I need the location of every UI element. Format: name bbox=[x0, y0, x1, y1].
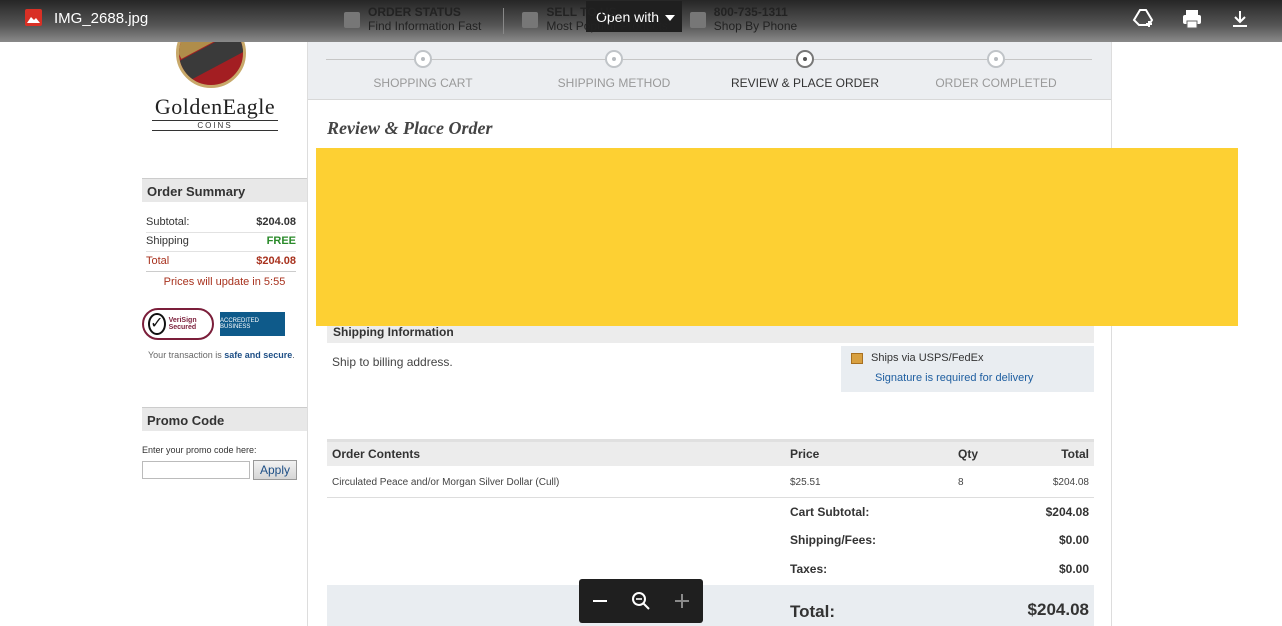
apply-promo-button[interactable]: Apply bbox=[253, 460, 297, 480]
step-review-place-order: REVIEW & PLACE ORDER bbox=[705, 50, 905, 90]
table-row: Circulated Peace and/or Morgan Silver Do… bbox=[327, 466, 1094, 498]
taxes-row: Taxes: $0.00 bbox=[327, 556, 1094, 585]
promo-code-input[interactable] bbox=[142, 461, 250, 479]
download-icon[interactable] bbox=[1228, 7, 1252, 31]
step-dot-icon bbox=[605, 50, 623, 68]
header-divider bbox=[503, 8, 505, 34]
secure-prefix: Your transaction is bbox=[148, 350, 225, 360]
zoom-controls bbox=[579, 579, 703, 623]
shipping-fees-row: Shipping/Fees: $0.00 bbox=[327, 527, 1094, 556]
order-status-link[interactable]: ORDER STATUS Find Information Fast bbox=[344, 2, 481, 38]
cart-subtotal-value: $204.08 bbox=[1045, 505, 1089, 519]
item-total: $204.08 bbox=[1052, 477, 1089, 488]
summary-total-row: Total $204.08 bbox=[146, 255, 296, 272]
table-header: Order Contents Price Qty Total bbox=[327, 439, 1094, 466]
taxes-label: Taxes: bbox=[790, 562, 828, 576]
col-total: Total bbox=[1061, 447, 1089, 461]
file-name: IMG_2688.jpg bbox=[54, 10, 149, 27]
shipping-method-box: Ships via USPS/FedEx Signature is requir… bbox=[841, 346, 1094, 392]
phone-link[interactable]: 800-735-1311 Shop By Phone bbox=[689, 2, 798, 38]
money-bag-icon bbox=[522, 12, 539, 28]
phone-number: 800-735-1311 bbox=[713, 5, 788, 19]
price-update-timer: Prices will update in 5:55 bbox=[163, 276, 286, 288]
secure-note: Your transaction is safe and secure. bbox=[148, 350, 295, 360]
promo-code-header: Promo Code bbox=[142, 407, 307, 431]
print-icon[interactable] bbox=[1180, 7, 1204, 31]
col-qty: Qty bbox=[958, 447, 979, 461]
order-status-title: ORDER STATUS bbox=[368, 5, 461, 19]
shipping-label: Shipping bbox=[146, 235, 189, 247]
main-right-border bbox=[1111, 42, 1112, 626]
total-value: $204.08 bbox=[256, 255, 296, 267]
grand-total-row: Total: $204.08 bbox=[327, 585, 1094, 626]
bbb-seal[interactable]: ACCREDITED BUSINESS bbox=[220, 312, 285, 336]
screen: IMG_2688.jpg Open with ORDER STATUS Find … bbox=[0, 0, 1282, 626]
order-summary-header: Order Summary bbox=[142, 178, 307, 202]
summary-shipping-row: Shipping FREE bbox=[146, 235, 296, 252]
redaction-block bbox=[316, 148, 1238, 326]
verisign-seal[interactable]: ✓ VeriSign Secured bbox=[142, 308, 214, 340]
trust-seals: ✓ VeriSign Secured ACCREDITED BUSINESS bbox=[142, 308, 302, 340]
secure-suffix: . bbox=[292, 350, 295, 360]
logo-name: GoldenEagle bbox=[154, 94, 276, 119]
checkmark-icon: ✓ bbox=[148, 313, 166, 335]
subtotal-value: $204.08 bbox=[256, 216, 296, 228]
verisign-text: VeriSign Secured bbox=[168, 317, 197, 331]
ship-method: Ships via USPS/FedEx bbox=[871, 352, 984, 364]
ship-to-text: Ship to billing address. bbox=[332, 355, 453, 369]
site-header-links: ORDER STATUS Find Information Fast SELL T… bbox=[344, 2, 819, 38]
shipping-value: FREE bbox=[266, 235, 296, 247]
step-order-completed: ORDER COMPLETED bbox=[896, 50, 1096, 90]
shipping-fees-label: Shipping/Fees: bbox=[790, 533, 877, 547]
zoom-out-icon[interactable] bbox=[590, 591, 610, 611]
step-shopping-cart[interactable]: SHOPPING CART bbox=[323, 50, 523, 90]
sell-to-us-title: SELL TO US bbox=[546, 5, 617, 19]
grand-total-label: Total: bbox=[790, 602, 836, 621]
step-dot-icon bbox=[987, 50, 1005, 68]
item-price: $25.51 bbox=[790, 477, 821, 488]
phone-icon bbox=[689, 12, 706, 28]
taxes-value: $0.00 bbox=[1058, 562, 1089, 576]
viewer-actions bbox=[1132, 7, 1252, 31]
item-qty: 8 bbox=[958, 477, 964, 488]
step-shipping-method[interactable]: SHIPPING METHOD bbox=[514, 50, 714, 90]
secure-bold: safe and secure bbox=[224, 350, 293, 360]
step-dot-icon bbox=[414, 50, 432, 68]
page-title: Review & Place Order bbox=[327, 118, 493, 138]
sell-to-us-link[interactable]: SELL TO US Most Popular Products bbox=[522, 2, 668, 38]
step-label: ORDER COMPLETED bbox=[935, 76, 1057, 90]
col-order-contents: Order Contents bbox=[332, 447, 421, 461]
item-name: Circulated Peace and/or Morgan Silver Do… bbox=[332, 477, 560, 488]
truck-icon bbox=[344, 12, 360, 28]
image-file-icon bbox=[25, 9, 42, 26]
step-label: SHIPPING METHOD bbox=[557, 76, 671, 90]
shipping-fees-value: $0.00 bbox=[1058, 533, 1089, 547]
logo-sub: COINS bbox=[152, 120, 278, 131]
total-label: Total bbox=[146, 255, 170, 267]
summary-subtotal-row: Subtotal: $204.08 bbox=[146, 216, 296, 233]
promo-code-label: Enter your promo code here: bbox=[142, 445, 257, 455]
subtotal-label: Subtotal: bbox=[146, 216, 190, 228]
step-dot-icon bbox=[796, 50, 814, 68]
order-status-sub: Find Information Fast bbox=[368, 19, 482, 33]
signature-note[interactable]: Signature is required for delivery bbox=[875, 372, 1094, 384]
add-to-drive-icon[interactable] bbox=[1132, 7, 1156, 31]
package-icon bbox=[851, 352, 863, 364]
col-price: Price bbox=[790, 447, 820, 461]
zoom-reset-icon[interactable] bbox=[631, 591, 651, 611]
column-divider bbox=[307, 42, 308, 626]
phone-sub: Shop By Phone bbox=[713, 19, 798, 33]
step-label: REVIEW & PLACE ORDER bbox=[730, 76, 880, 90]
step-label: SHOPPING CART bbox=[373, 76, 473, 90]
grand-total-value: $204.08 bbox=[1027, 600, 1089, 619]
order-contents-table: Order Contents Price Qty Total Circulate… bbox=[327, 439, 1094, 626]
cart-subtotal-row: Cart Subtotal: $204.08 bbox=[327, 498, 1094, 527]
cart-subtotal-label: Cart Subtotal: bbox=[790, 505, 870, 519]
sell-to-us-sub: Most Popular Products bbox=[546, 19, 668, 33]
zoom-in-icon[interactable] bbox=[672, 591, 692, 611]
